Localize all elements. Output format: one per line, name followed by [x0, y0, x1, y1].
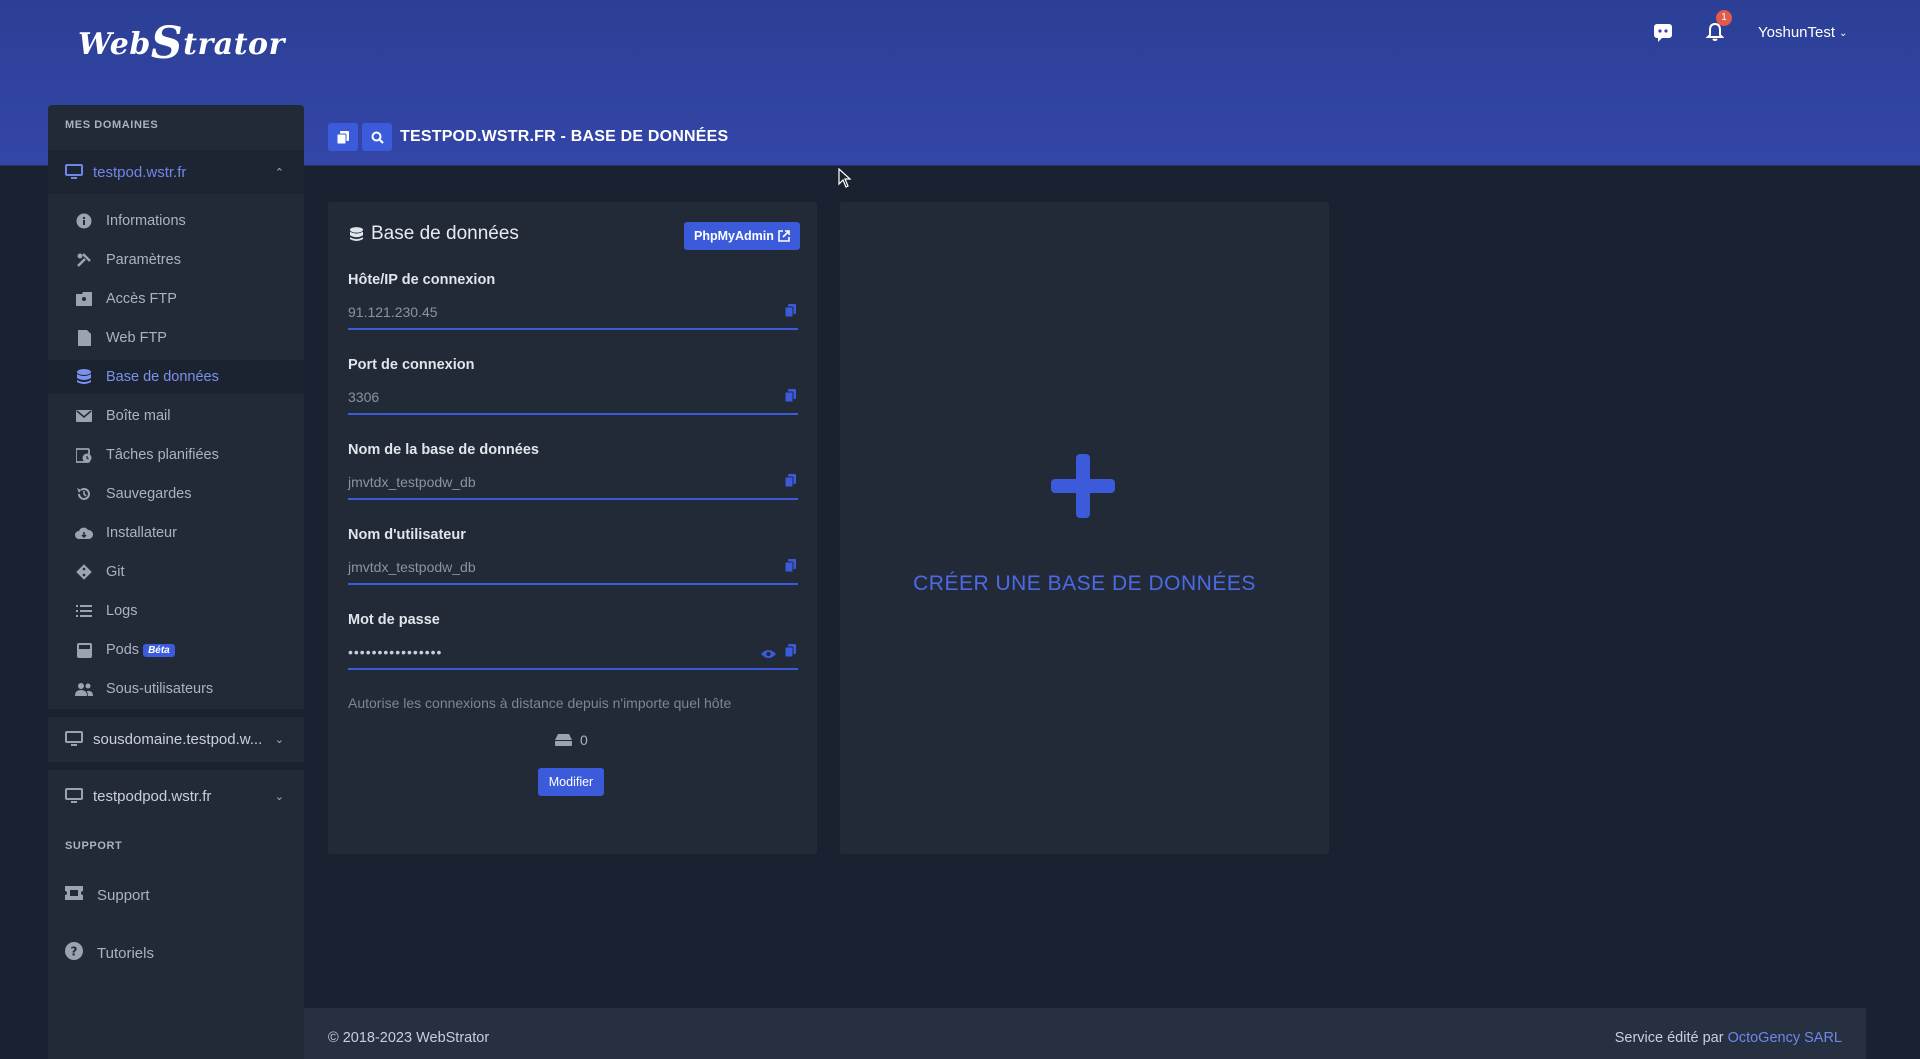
history-icon [74, 484, 94, 504]
info-icon [74, 211, 94, 231]
sidebar-item-tutoriels[interactable]: ? Tutoriels [48, 931, 304, 975]
database-name-input[interactable]: jmvtdx_testpodw_db [348, 464, 798, 500]
list-icon [74, 601, 94, 621]
port-input[interactable]: 3306 [348, 379, 798, 415]
copy-icon[interactable] [784, 389, 796, 407]
chevron-up-icon: ⌃ [274, 166, 284, 179]
pod-icon [74, 640, 94, 660]
database-icon [350, 226, 363, 241]
search-icon [371, 131, 384, 144]
domain-item-sousdomaine[interactable]: sousdomaine.testpod.w... ⌄ [48, 717, 304, 761]
create-database-label: CRÉER UNE BASE DE DONNÉES [913, 572, 1256, 595]
chevron-down-icon: ⌄ [274, 790, 284, 803]
company-link[interactable]: OctoGency SARL [1728, 1030, 1842, 1046]
copy-icon[interactable] [784, 304, 796, 322]
port-field: Port de connexion 3306 [348, 357, 798, 415]
create-database-card[interactable]: CRÉER UNE BASE DE DONNÉES [840, 202, 1329, 854]
card-title: Base de données [350, 223, 519, 245]
search-button[interactable] [362, 123, 392, 151]
sidebar-item-base-de-donnees[interactable]: Base de données [48, 360, 304, 394]
phpmyadmin-button[interactable]: PhpMyAdmin [684, 222, 800, 250]
remote-access-text: Autorise les connexions à distance depui… [348, 695, 732, 711]
section-support: SUPPORT [65, 840, 123, 852]
domain-item-testpodpod[interactable]: testpodpod.wstr.fr ⌄ [48, 774, 304, 818]
domain-item-testpod[interactable]: testpod.wstr.fr ⌃ [48, 150, 304, 194]
modify-button[interactable]: Modifier [538, 768, 604, 796]
remote-host-count: 0 [555, 732, 588, 748]
file-icon [74, 328, 94, 348]
webstrator-logo[interactable]: WebStrator [78, 14, 285, 69]
database-name-field: Nom de la base de données jmvtdx_testpod… [348, 442, 798, 500]
host-input[interactable]: 91.121.230.45 [348, 294, 798, 330]
sidebar-item-web-ftp[interactable]: Web FTP [48, 321, 304, 355]
footer: © 2018-2023 WebStrator Service édité par… [304, 1008, 1866, 1059]
database-icon [74, 367, 94, 387]
monitor-icon [65, 788, 83, 803]
copy-icon[interactable] [784, 474, 796, 492]
sidebar-item-sous-utilisateurs[interactable]: Sous-utilisateurs [48, 672, 304, 706]
sidebar-item-support[interactable]: Support [48, 873, 304, 917]
sidebar-item-acces-ftp[interactable]: Accès FTP [48, 282, 304, 316]
sidebar-item-installateur[interactable]: Installateur [48, 516, 304, 550]
section-my-domains: MES DOMAINES [65, 119, 159, 131]
discord-icon[interactable] [1650, 19, 1676, 45]
sidebar-item-pods[interactable]: Pods Béta [48, 633, 304, 667]
cloud-download-icon [74, 523, 94, 543]
password-input[interactable]: •••••••••••••••• [348, 634, 798, 670]
username-input[interactable]: jmvtdx_testpodw_db [348, 549, 798, 585]
sidebar: MES DOMAINES testpod.wstr.fr ⌃ Informati… [48, 105, 304, 1059]
footer-copyright: © 2018-2023 WebStrator [328, 1030, 490, 1046]
external-link-icon [778, 230, 790, 242]
git-icon [74, 562, 94, 582]
chevron-down-icon: ⌄ [1839, 28, 1848, 39]
user-menu[interactable]: YoshunTest ⌄ [1758, 24, 1847, 41]
users-icon [74, 679, 94, 699]
page-title: TESTPOD.WSTR.FR - BASE DE DONNÉES [400, 128, 729, 145]
page-header: TESTPOD.WSTR.FR - BASE DE DONNÉES [328, 123, 728, 151]
calendar-clock-icon [74, 445, 94, 465]
eye-icon[interactable] [761, 646, 776, 664]
monitor-icon [65, 164, 83, 179]
divider [48, 709, 304, 717]
copy-icon[interactable] [784, 559, 796, 577]
sidebar-item-taches-planifiees[interactable]: Tâches planifiées [48, 438, 304, 472]
copy-icon [337, 130, 349, 144]
host-field: Hôte/IP de connexion 91.121.230.45 [348, 272, 798, 330]
folder-user-icon [74, 289, 94, 309]
notification-count-badge: 1 [1716, 10, 1732, 26]
chevron-down-icon: ⌄ [274, 733, 284, 746]
sidebar-item-sauvegardes[interactable]: Sauvegardes [48, 477, 304, 511]
sidebar-item-git[interactable]: Git [48, 555, 304, 589]
footer-service: Service édité par OctoGency SARL [1614, 1030, 1842, 1046]
database-card: Base de données PhpMyAdmin Hôte/IP de co… [328, 202, 817, 854]
beta-badge: Béta [143, 643, 175, 657]
sidebar-item-boite-mail[interactable]: Boîte mail [48, 399, 304, 433]
ticket-icon [65, 885, 83, 905]
password-field: Mot de passe •••••••••••••••• [348, 612, 798, 670]
mouse-cursor [838, 167, 852, 193]
server-icon [555, 734, 572, 746]
svg-text:?: ? [71, 944, 78, 958]
copy-icon[interactable] [784, 644, 796, 662]
sidebar-item-parametres[interactable]: Paramètres [48, 243, 304, 277]
sidebar-item-logs[interactable]: Logs [48, 594, 304, 628]
mail-icon [74, 406, 94, 426]
tools-icon [74, 250, 94, 270]
copy-button[interactable] [328, 123, 358, 151]
question-icon: ? [65, 941, 83, 965]
plus-icon [1051, 454, 1115, 523]
username: YoshunTest [1758, 24, 1836, 41]
sidebar-item-informations[interactable]: Informations [48, 204, 304, 238]
monitor-icon [65, 731, 83, 746]
username-field: Nom d'utilisateur jmvtdx_testpodw_db [348, 527, 798, 585]
divider [48, 762, 304, 770]
